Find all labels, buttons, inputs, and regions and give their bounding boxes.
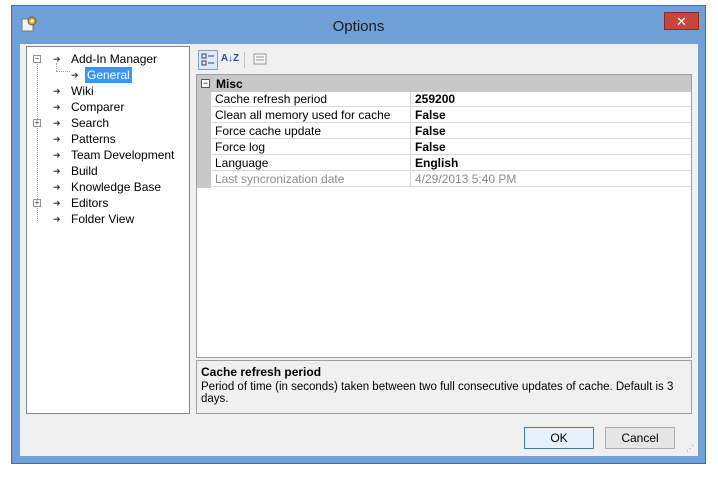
title-bar[interactable]: Options ✕ — [12, 6, 705, 44]
resize-grip-icon[interactable]: ⋰ — [686, 444, 696, 454]
property-value[interactable]: False — [411, 124, 691, 139]
row-margin — [197, 172, 211, 188]
property-pages-icon — [253, 53, 267, 65]
row-margin — [197, 140, 211, 156]
arrow-right-icon: ➔ — [53, 118, 61, 128]
tree-item-label: Team Development — [71, 148, 175, 162]
property-row-force-log[interactable]: Force log False — [197, 140, 691, 156]
property-value[interactable]: 259200 — [411, 92, 691, 107]
property-row-force-cache-update[interactable]: Force cache update False — [197, 124, 691, 140]
close-button[interactable]: ✕ — [664, 12, 699, 30]
property-grid[interactable]: − Misc Cache refresh period 259200 Clean… — [196, 74, 692, 358]
category-label: Misc — [216, 77, 243, 91]
categorized-button[interactable] — [198, 50, 218, 70]
arrow-right-icon: ➔ — [53, 166, 61, 176]
property-row-clean-all-memory[interactable]: Clean all memory used for cache False — [197, 108, 691, 124]
property-row-cache-refresh-period[interactable]: Cache refresh period 259200 — [197, 92, 691, 108]
tree-item-label: General — [85, 67, 132, 83]
property-value[interactable]: False — [411, 140, 691, 155]
arrow-right-icon: ➔ — [53, 102, 61, 112]
row-margin — [197, 108, 211, 124]
tree-line — [37, 59, 38, 221]
ok-button[interactable]: OK — [524, 427, 594, 449]
property-value: 4/29/2013 5:40 PM — [411, 172, 691, 187]
arrow-right-icon: ➔ — [53, 198, 61, 208]
arrow-right-icon: ➔ — [53, 214, 61, 224]
property-name: Last syncronization date — [212, 172, 411, 187]
toolbar-separator — [244, 52, 245, 68]
row-margin — [197, 92, 211, 108]
property-name: Force cache update — [212, 124, 411, 139]
cancel-button[interactable]: Cancel — [605, 427, 675, 449]
row-margin — [197, 156, 211, 172]
row-margin — [197, 124, 211, 140]
alphabetical-button[interactable]: A↓Z — [220, 50, 240, 70]
tree-item-label: Search — [71, 116, 110, 130]
property-name: Language — [212, 156, 411, 171]
dialog-client: − ➔ Add-In Manager ➔ General ➔ Wiki ➔ Co… — [20, 44, 698, 456]
arrow-right-icon: ➔ — [53, 134, 61, 144]
expand-icon[interactable]: + — [33, 119, 41, 127]
property-name: Force log — [212, 140, 411, 155]
options-tree[interactable]: − ➔ Add-In Manager ➔ General ➔ Wiki ➔ Co… — [26, 46, 190, 414]
property-row-last-sync-date[interactable]: Last syncronization date 4/29/2013 5:40 … — [197, 172, 691, 188]
arrow-right-icon: ➔ — [53, 150, 61, 160]
collapse-icon[interactable]: − — [201, 79, 210, 88]
expand-icon[interactable]: + — [33, 199, 41, 207]
tree-item-label: Patterns — [71, 132, 116, 146]
property-row-language[interactable]: Language English — [197, 156, 691, 172]
collapse-icon[interactable]: − — [33, 55, 41, 63]
arrow-right-icon: ➔ — [53, 54, 61, 64]
property-grid-toolbar: A↓Z — [196, 50, 692, 74]
property-value[interactable]: English — [411, 156, 691, 171]
tree-item-label: Add-In Manager — [71, 52, 158, 66]
tree-item-label: Folder View — [71, 212, 135, 226]
property-name: Cache refresh period — [212, 92, 411, 107]
property-name: Clean all memory used for cache — [212, 108, 411, 123]
options-window: Options ✕ − ➔ Add-In Manager ➔ General ➔… — [11, 5, 706, 464]
category-misc[interactable]: − Misc — [197, 75, 691, 92]
description-panel: Cache refresh period Period of time (in … — [196, 360, 692, 414]
categorized-icon — [201, 53, 214, 66]
tree-item-label: Comparer — [71, 100, 125, 114]
property-pages-button[interactable] — [250, 50, 270, 70]
tree-item-label: Knowledge Base — [71, 180, 162, 194]
arrow-right-icon: ➔ — [53, 182, 61, 192]
description-title: Cache refresh period — [201, 365, 322, 379]
arrow-right-icon: ➔ — [53, 86, 61, 96]
arrow-right-icon: ➔ — [71, 70, 79, 80]
tree-item-label: Build — [71, 164, 98, 178]
description-text: Period of time (in seconds) taken betwee… — [201, 381, 674, 405]
property-value[interactable]: False — [411, 108, 691, 123]
tree-item-label: Wiki — [71, 84, 94, 98]
tree-line — [56, 71, 70, 72]
window-title: Options — [332, 18, 385, 35]
tree-item-label: Editors — [71, 196, 109, 210]
